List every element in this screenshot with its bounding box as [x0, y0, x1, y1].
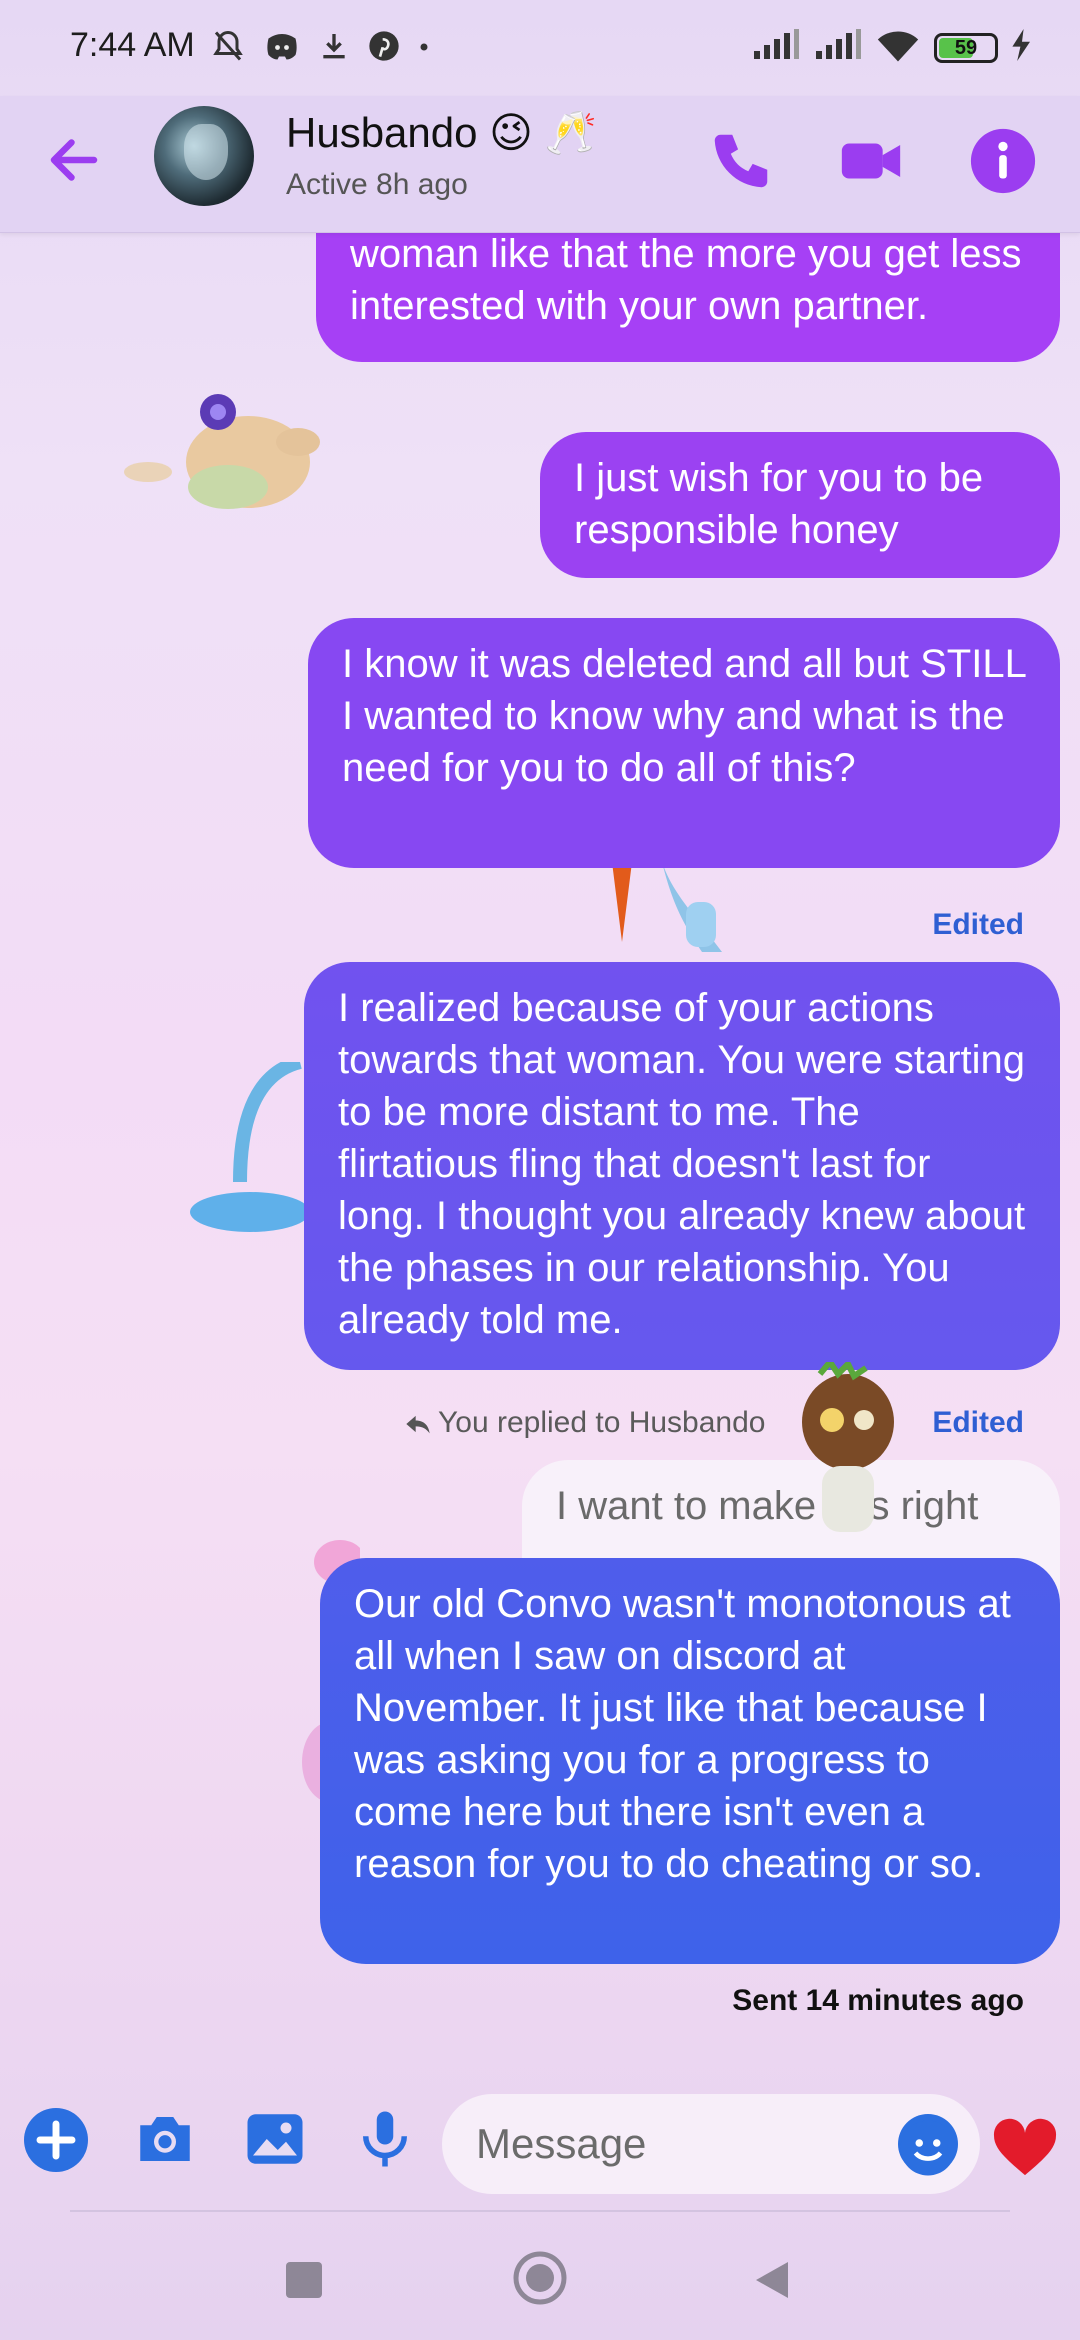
video-call-button[interactable] [836, 126, 906, 196]
message-list[interactable]: And the more you entertain other woman l… [0, 232, 1080, 2072]
message-input-placeholder: Message [476, 2120, 647, 2167]
discord-icon [264, 31, 300, 66]
message-composer: Message [0, 2072, 1080, 2212]
more-actions-button[interactable] [24, 2108, 88, 2172]
voice-message-button[interactable] [352, 2106, 418, 2172]
home-circle-icon [513, 2251, 567, 2305]
message-text: I just wish for you to be responsible ho… [574, 456, 984, 552]
conversation-info-button[interactable] [968, 126, 1038, 196]
smiley-icon [900, 2120, 956, 2176]
reply-indicator-text: You replied to Husbando [438, 1406, 766, 1439]
status-time: 7:44 AM [70, 26, 195, 64]
message-text: And the more you entertain other woman l… [350, 232, 1022, 328]
battery-icon: 59 [934, 32, 998, 63]
recent-apps-button[interactable] [284, 2260, 324, 2305]
back-nav-button[interactable] [752, 2260, 792, 2305]
status-system-icons: 59 [752, 28, 1032, 67]
conversation-header: Husbando 😉 🥂 Active 8h ago [0, 96, 1080, 233]
message-input[interactable]: Message [442, 2094, 980, 2194]
camera-icon [140, 2117, 190, 2161]
sticker-coconut-character [780, 1356, 910, 1547]
heart-icon [993, 2118, 1057, 2176]
sticker-water-fountain [190, 1055, 310, 1247]
microphone-icon [363, 2111, 407, 2167]
battery-level: 59 [954, 36, 978, 59]
message-bubble-sent[interactable]: I realized because of your actions towar… [304, 962, 1060, 1370]
contact-avatar[interactable] [154, 106, 254, 206]
back-button[interactable] [44, 130, 104, 190]
phone-icon [714, 134, 768, 188]
home-button[interactable] [512, 2250, 568, 2311]
gallery-button[interactable] [242, 2106, 308, 2172]
signal-icon [814, 29, 862, 66]
status-notification-icons [210, 28, 430, 69]
divider [70, 2210, 1010, 2212]
message-bubble-sent[interactable]: I just wish for you to be responsible ho… [540, 432, 1060, 578]
sticker-characters [592, 862, 772, 957]
heart-reaction-button[interactable] [990, 2116, 1060, 2178]
message-bubble-sent[interactable]: Our old Convo wasn't monotonous at all w… [320, 1558, 1060, 1964]
image-icon [247, 2114, 303, 2164]
dot-icon [418, 40, 430, 58]
message-bubble-sent[interactable]: And the more you entertain other woman l… [316, 232, 1060, 362]
camera-button[interactable] [132, 2106, 198, 2172]
wifi-icon [876, 28, 920, 67]
system-navigation-bar [0, 2220, 1080, 2340]
triangle-back-icon [756, 2262, 788, 2298]
video-camera-icon [841, 143, 901, 179]
message-text: I know it was deleted and all but STILL … [342, 642, 1026, 790]
plus-icon [36, 2120, 76, 2160]
info-icon [970, 128, 1036, 194]
square-icon [286, 2262, 322, 2298]
edited-label: Edited [932, 908, 1024, 941]
reply-indicator: You replied to Husbando [404, 1406, 765, 1440]
voice-call-button[interactable] [706, 126, 776, 196]
status-bar: 7:44 AM 59 [0, 0, 1080, 96]
quoted-message-text: I want to make this right [556, 1484, 979, 1528]
pinterest-icon [368, 30, 400, 67]
contact-name[interactable]: Husbando 😉 🥂 [286, 108, 597, 158]
sent-status: Sent 14 minutes ago [732, 1984, 1024, 2017]
emoji-button[interactable] [898, 2114, 958, 2176]
download-icon [318, 30, 350, 67]
sticker-flying-character [118, 392, 348, 547]
edited-label: Edited [932, 1406, 1024, 1439]
charging-icon [1012, 29, 1032, 66]
signal-icon [752, 29, 800, 66]
message-bubble-sent[interactable]: I know it was deleted and all but STILL … [308, 618, 1060, 868]
message-text: Our old Convo wasn't monotonous at all w… [354, 1582, 1011, 1886]
muted-notification-icon [210, 28, 246, 69]
message-text: I realized because of your actions towar… [338, 986, 1026, 1342]
contact-active-status: Active 8h ago [286, 168, 468, 201]
reply-arrow-icon [406, 1415, 430, 1434]
